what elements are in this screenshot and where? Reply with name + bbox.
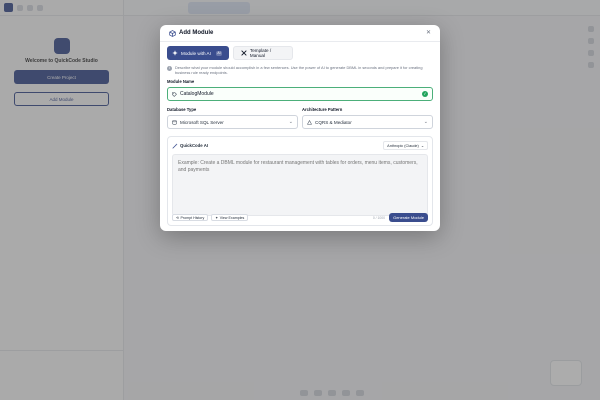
quickcode-ai-header: QuickCode AI Anthropic (Claude) ⌄	[172, 141, 428, 150]
database-icon	[172, 119, 177, 125]
cube-icon	[169, 29, 176, 37]
tag-icon	[172, 91, 177, 97]
tab-label: Module with AI	[181, 50, 211, 56]
tab-template-manual[interactable]: Template / Manual	[233, 46, 293, 60]
magic-wand-icon	[172, 142, 178, 148]
info-text: i Describe what your module should accom…	[167, 65, 433, 75]
dialog-header: Add Module ✕	[160, 25, 440, 42]
quickcode-ai-panel: QuickCode AI Anthropic (Claude) ⌄ ⟲ Prom…	[167, 136, 433, 226]
database-type-select[interactable]: Microsoft SQL Server ⌄	[167, 115, 298, 129]
module-name-input[interactable]	[180, 89, 419, 99]
ai-provider-value: Anthropic (Claude)	[387, 143, 419, 148]
footer-submit: 0 / 1000 Generate Module	[373, 213, 428, 222]
info-description: Describe what your module should accompl…	[175, 65, 423, 75]
history-icon: ⟲	[176, 215, 180, 220]
architecture-pattern-label: Architecture Pattern	[302, 107, 343, 112]
database-type-value: Microsoft SQL Server	[180, 119, 224, 125]
add-module-dialog: Add Module ✕ Module with AI AI Template …	[160, 25, 440, 231]
sparkle-icon	[172, 50, 178, 56]
architecture-pattern-value: CQRS & Mediator	[315, 119, 352, 125]
view-examples-label: View Examples	[219, 215, 245, 220]
tools-icon	[241, 50, 247, 56]
footer-actions: ⟲ Prompt History ✦ View Examples	[172, 214, 249, 221]
select-row: Database Type Microsoft SQL Server ⌄ Arc…	[167, 103, 433, 129]
dialog-body: Module with AI AI Template / Manual i De…	[160, 42, 440, 226]
prompt-history-button[interactable]: ⟲ Prompt History	[172, 214, 209, 221]
prompt-area[interactable]	[172, 154, 428, 216]
tab-module-with-ai[interactable]: Module with AI AI	[167, 46, 229, 60]
prompt-history-label: Prompt History	[180, 215, 205, 220]
character-counter: 0 / 1000	[372, 215, 386, 220]
architecture-pattern-select[interactable]: CQRS & Mediator ⌄	[302, 115, 433, 129]
check-icon: ✓	[422, 91, 428, 97]
database-type-group: Database Type Microsoft SQL Server ⌄	[167, 103, 298, 129]
dialog-title: Add Module	[179, 30, 214, 36]
prompt-textarea[interactable]	[178, 160, 422, 210]
database-type-label: Database Type	[167, 107, 197, 112]
architecture-pattern-group: Architecture Pattern CQRS & Mediator ⌄	[302, 103, 433, 129]
ai-badge: AI	[215, 50, 222, 56]
chevron-down-icon: ⌄	[288, 119, 293, 125]
module-name-label: Module Name	[167, 79, 195, 84]
quickcode-ai-title-wrap: QuickCode AI	[172, 142, 209, 149]
view-examples-button[interactable]: ✦ View Examples	[211, 214, 249, 221]
chevron-down-icon: ⌄	[423, 119, 428, 125]
ai-provider-select[interactable]: Anthropic (Claude) ⌄	[383, 141, 428, 150]
architecture-icon	[307, 119, 312, 125]
quickcode-ai-title: QuickCode AI	[180, 143, 209, 148]
tab-label: Template / Manual	[249, 48, 272, 58]
close-icon[interactable]: ✕	[426, 30, 431, 36]
lightbulb-icon: ✦	[215, 215, 219, 220]
info-icon: i	[167, 65, 172, 71]
generate-module-button[interactable]: Generate Module	[389, 213, 428, 222]
module-name-field[interactable]: ✓	[167, 87, 433, 101]
mode-tabs: Module with AI AI Template / Manual	[167, 46, 433, 60]
dialog-title-wrap: Add Module	[169, 29, 214, 37]
quickcode-ai-footer: ⟲ Prompt History ✦ View Examples 0 / 100…	[172, 213, 428, 222]
chevron-down-icon: ⌄	[420, 144, 424, 148]
